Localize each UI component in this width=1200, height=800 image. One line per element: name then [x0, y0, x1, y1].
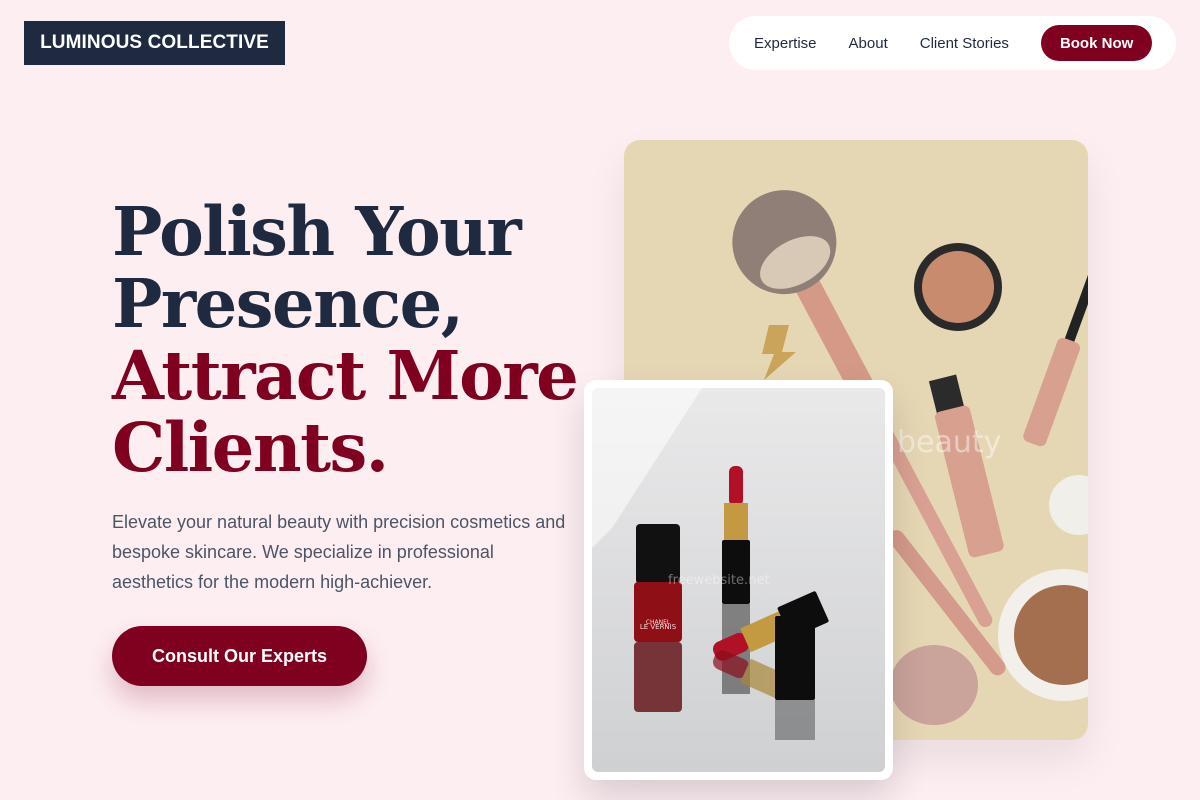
headline-line-1: Polish Your: [112, 192, 522, 271]
nav-link-expertise[interactable]: Expertise: [754, 35, 817, 52]
nav-link-about[interactable]: About: [849, 35, 888, 52]
consult-experts-button[interactable]: Consult Our Experts: [112, 626, 367, 686]
card-image-watermark: freewebsite.net: [668, 573, 769, 588]
hero-image-card: LE VERNIS CHANEL freewebsite.net: [584, 380, 893, 780]
nail-polish-brand: CHANEL: [646, 619, 671, 626]
headline-line-2: Presence,: [112, 264, 464, 343]
hero-lead-paragraph: Elevate your natural beauty with precisi…: [112, 512, 566, 592]
headline-accent-line-2: Clients.: [112, 408, 389, 487]
book-now-button[interactable]: Book Now: [1040, 25, 1153, 61]
lipstick-illustration: LE VERNIS CHANEL freewebsite.net: [592, 388, 885, 772]
main-image-watermark: beauty: [897, 425, 1001, 460]
lipstick-nailpolish-photo: LE VERNIS CHANEL freewebsite.net: [592, 388, 885, 772]
hero-headline: Polish Your Presence, Attract More Clien…: [112, 196, 582, 484]
brand-logo[interactable]: LUMINOUS COLLECTIVE: [24, 21, 285, 65]
headline-accent-line-1: Attract More: [112, 336, 579, 415]
top-nav: Expertise About Client Stories Book Now: [729, 16, 1176, 70]
nav-link-client-stories[interactable]: Client Stories: [920, 35, 1009, 52]
